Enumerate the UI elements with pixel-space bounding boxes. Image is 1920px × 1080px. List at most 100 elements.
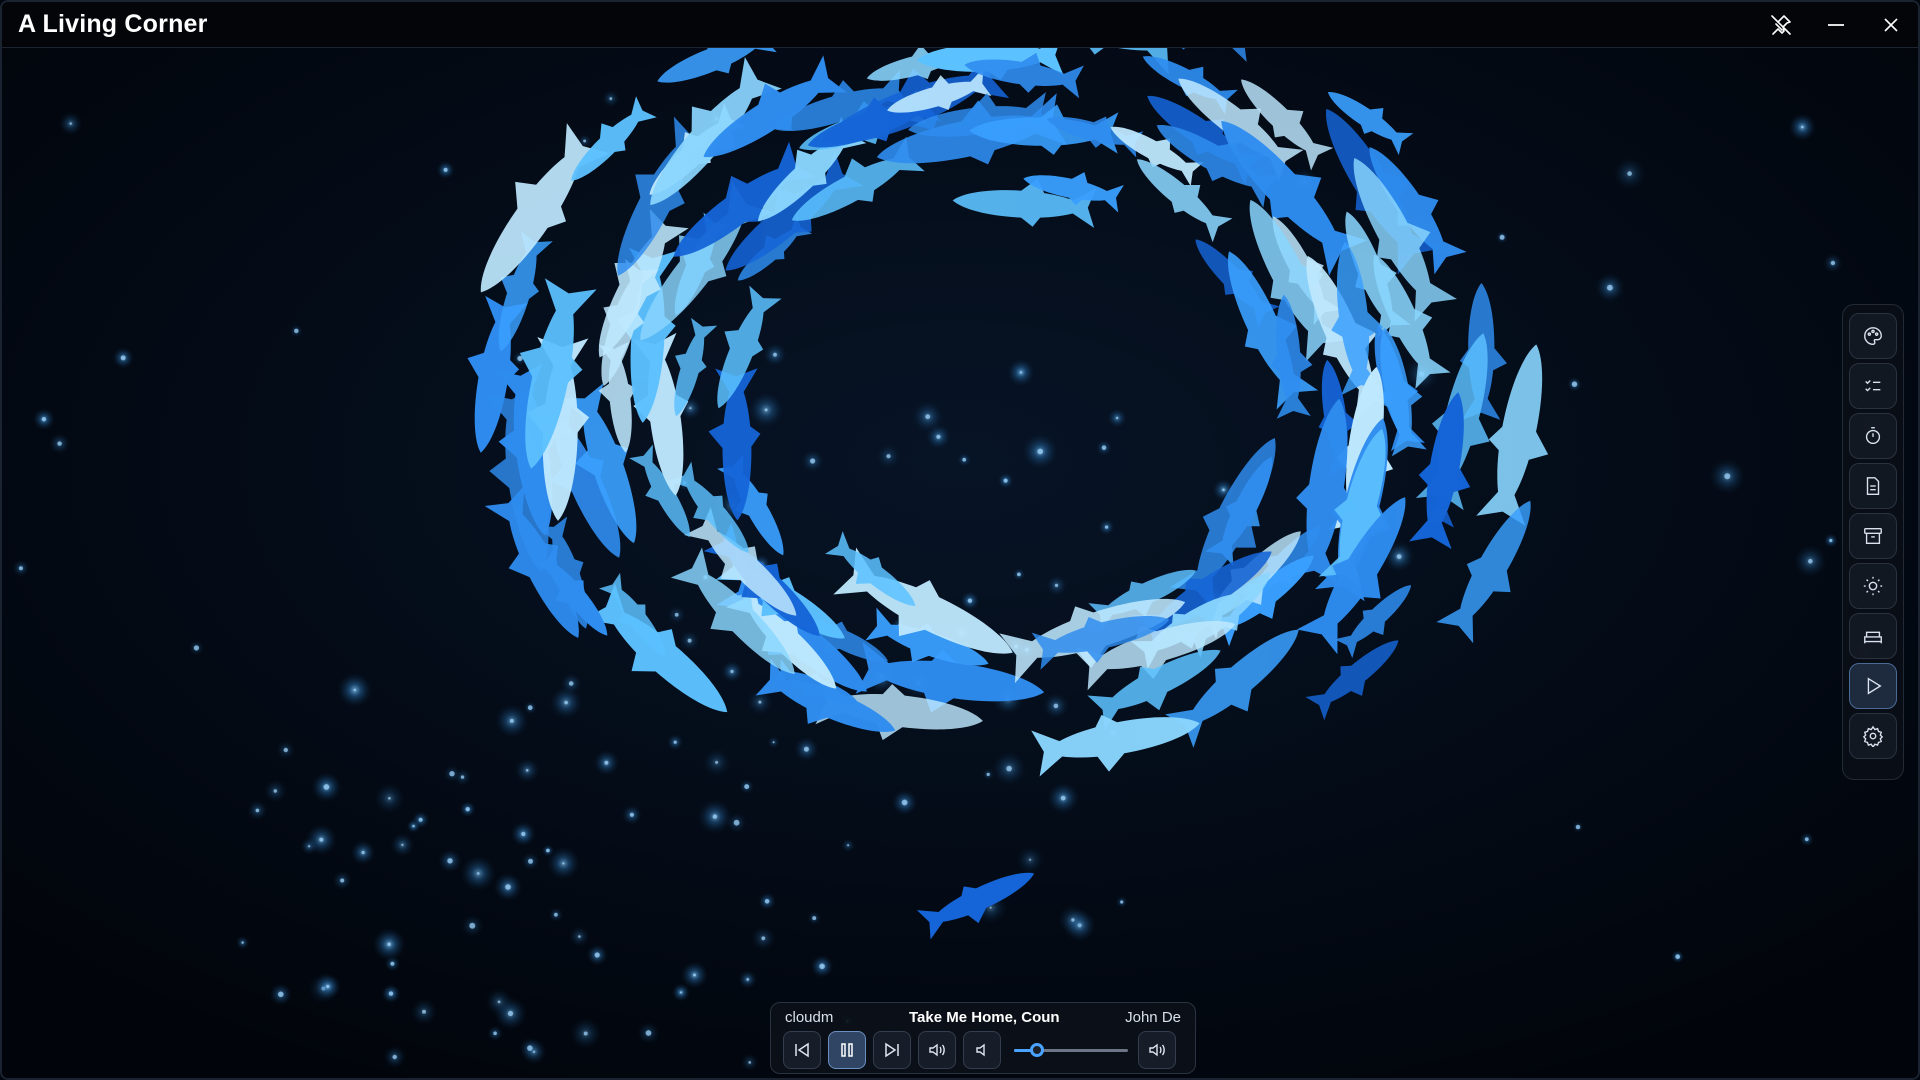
bubble-core [193, 645, 200, 651]
bubble-core [353, 688, 356, 692]
pause-icon [841, 1043, 853, 1057]
volume-up-button[interactable] [918, 1031, 956, 1069]
bubble-core [803, 746, 809, 752]
bubble-core [758, 700, 762, 704]
bubble-core [1222, 488, 1225, 492]
bubble-core [564, 700, 568, 705]
bubble-core [507, 1010, 514, 1017]
timer-button[interactable] [1849, 413, 1897, 459]
bubble-core [1627, 171, 1632, 176]
volume-down-button[interactable] [963, 1031, 1001, 1069]
brightness-button[interactable] [1849, 563, 1897, 609]
archive-button[interactable] [1849, 513, 1897, 559]
bubble-core [1607, 284, 1613, 291]
bubble-core [1071, 918, 1075, 922]
bubble-core [680, 991, 682, 994]
bubble-core [819, 963, 825, 970]
bubble-core [733, 819, 740, 826]
bubble-core [568, 681, 574, 686]
bubble-core [674, 612, 679, 617]
volume-max-button[interactable] [1138, 1031, 1176, 1069]
volume-slider[interactable] [1014, 1040, 1128, 1060]
sun-icon [1863, 576, 1883, 596]
bed-icon [1864, 631, 1882, 644]
bubble-core [1575, 824, 1581, 830]
bubble-core [583, 139, 586, 143]
settings-button[interactable] [1849, 713, 1897, 759]
todo-button[interactable] [1849, 363, 1897, 409]
note-icon [1866, 477, 1880, 495]
play-button[interactable] [1849, 663, 1897, 709]
unpin-icon [1770, 15, 1791, 35]
bubble-core [773, 352, 777, 357]
bubble-core [41, 417, 47, 422]
bubble-core [521, 831, 526, 837]
gear-icon [1862, 725, 1884, 747]
bubble-core [715, 760, 719, 764]
pause-button[interactable] [828, 1031, 866, 1069]
bubble-core [1724, 473, 1731, 480]
play-icon [1867, 677, 1882, 695]
skip-forward-icon [885, 1042, 899, 1058]
bubble-core [460, 775, 465, 779]
bubble-core [528, 858, 533, 864]
bubble-core [120, 355, 126, 361]
bubble-core [323, 784, 330, 790]
bubble-core [1053, 703, 1059, 709]
aquarium-scene [2, 48, 1918, 1078]
unpin-button[interactable] [1753, 2, 1808, 48]
bubble-core [847, 844, 850, 847]
bubble-core [1808, 558, 1813, 564]
minimize-icon [1827, 24, 1844, 26]
close-button[interactable] [1863, 2, 1918, 48]
bubble-core [812, 916, 817, 921]
bubble-core [730, 670, 734, 673]
checklist-icon [1865, 380, 1881, 392]
bubble-core [761, 936, 766, 941]
bubble-core [361, 850, 365, 855]
bubble-core [525, 769, 529, 772]
bubble-core [1830, 260, 1836, 266]
bubble-core [578, 935, 581, 938]
bubble-core [1571, 381, 1578, 388]
bubble-core [1019, 371, 1023, 374]
bubble-core [554, 912, 558, 917]
bubble-core [764, 899, 770, 904]
close-icon [1883, 18, 1898, 32]
bubble-core [604, 760, 609, 765]
bubble-core [693, 973, 696, 977]
title-bar[interactable]: A Living Corner [2, 2, 1918, 48]
bubble-core [1675, 954, 1681, 960]
bubble-core [388, 797, 391, 800]
next-track-button[interactable] [873, 1031, 911, 1069]
volume-thumb[interactable] [1029, 1043, 1044, 1057]
bubble-core [1003, 478, 1008, 483]
bubble-core [562, 862, 565, 865]
bubble-core [744, 784, 750, 790]
player-controls [783, 1031, 1183, 1069]
sleep-button[interactable] [1849, 613, 1897, 659]
speaker-icon [1149, 1043, 1165, 1057]
previous-track-button[interactable] [783, 1031, 821, 1069]
bubble-core [283, 747, 288, 753]
speaker-loud-icon [929, 1043, 945, 1057]
bubble-core [505, 884, 511, 890]
now-playing-info: cloudm Take Me Home, Coun John De [771, 1009, 1195, 1027]
minimize-button[interactable] [1808, 2, 1863, 48]
notes-button[interactable] [1849, 463, 1897, 509]
bubble-core [469, 922, 476, 929]
bubble-core [465, 807, 470, 812]
song-title: Take Me Home, Coun [909, 1009, 1060, 1026]
bubble-core [1801, 125, 1804, 129]
bubble-core [69, 122, 72, 125]
bubble-core [509, 718, 514, 723]
bubble-core [340, 878, 345, 883]
bubble-core [1105, 525, 1109, 529]
bubble-core [527, 705, 533, 711]
bubble-core [546, 848, 550, 853]
bubble-core [1499, 234, 1505, 240]
bubble-core [1101, 445, 1107, 451]
bubble-core [583, 1031, 588, 1036]
bubble-core [1804, 837, 1809, 842]
themes-button[interactable] [1849, 313, 1897, 359]
